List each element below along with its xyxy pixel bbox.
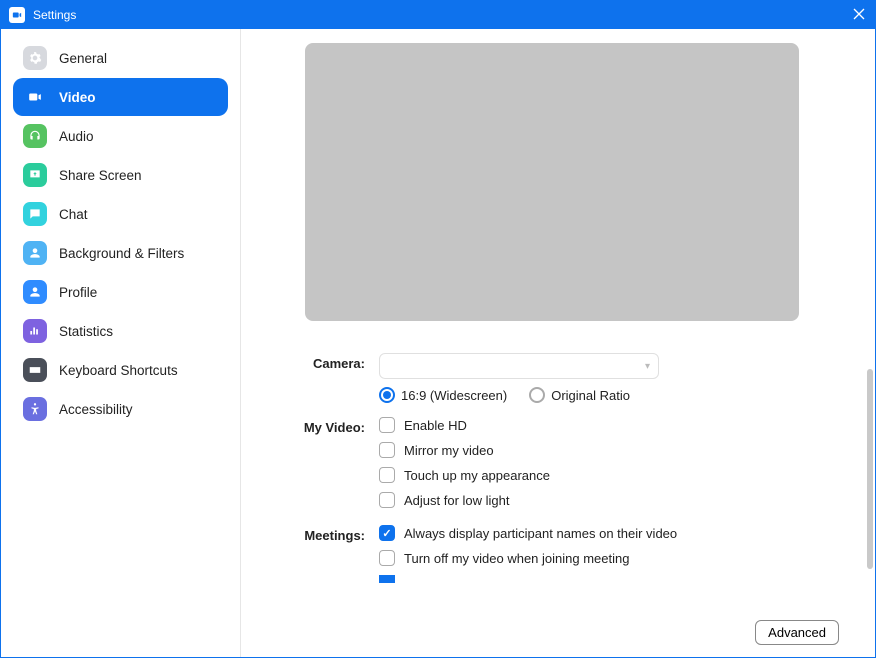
myvideo-label: My Video: xyxy=(271,417,379,435)
checkbox-label: Enable HD xyxy=(404,418,467,433)
content-area: General Video Audio Share Screen xyxy=(1,29,875,657)
mirror-video-checkbox[interactable]: Mirror my video xyxy=(379,442,831,458)
camera-label: Camera: xyxy=(271,353,379,371)
video-icon xyxy=(23,85,47,109)
titlebar: Settings xyxy=(1,1,875,29)
checkbox-icon xyxy=(379,525,395,541)
video-preview xyxy=(305,43,799,321)
nav-label: Profile xyxy=(59,285,97,300)
sidebar-item-audio[interactable]: Audio xyxy=(13,117,228,155)
checkbox-label: Always display participant names on thei… xyxy=(404,526,677,541)
meetings-section: Meetings: Always display participant nam… xyxy=(271,525,831,583)
checkbox-icon xyxy=(379,550,395,566)
meetings-label: Meetings: xyxy=(271,525,379,543)
sidebar-item-background-filters[interactable]: Background & Filters xyxy=(13,234,228,272)
nav-label: General xyxy=(59,51,107,66)
window-title: Settings xyxy=(33,8,76,22)
vertical-scrollbar[interactable] xyxy=(867,369,873,569)
nav-label: Keyboard Shortcuts xyxy=(59,363,178,378)
sidebar-item-statistics[interactable]: Statistics xyxy=(13,312,228,350)
app-icon xyxy=(9,7,25,23)
checkbox-icon xyxy=(379,467,395,483)
stats-icon xyxy=(23,319,47,343)
sidebar-item-share-screen[interactable]: Share Screen xyxy=(13,156,228,194)
profile-icon xyxy=(23,280,47,304)
sidebar-item-keyboard-shortcuts[interactable]: Keyboard Shortcuts xyxy=(13,351,228,389)
checkbox-label: Adjust for low light xyxy=(404,493,510,508)
touch-up-checkbox[interactable]: Touch up my appearance xyxy=(379,467,831,483)
sidebar-item-chat[interactable]: Chat xyxy=(13,195,228,233)
nav-label: Share Screen xyxy=(59,168,142,183)
nav-label: Chat xyxy=(59,207,88,222)
radio-icon xyxy=(379,387,395,403)
headphone-icon xyxy=(23,124,47,148)
radio-label: 16:9 (Widescreen) xyxy=(401,388,507,403)
nav-label: Background & Filters xyxy=(59,246,184,261)
sidebar-item-video[interactable]: Video xyxy=(13,78,228,116)
checkbox-icon xyxy=(379,417,395,433)
checkbox-icon xyxy=(379,442,395,458)
nav-label: Statistics xyxy=(59,324,113,339)
chat-icon xyxy=(23,202,47,226)
checkbox-label: Turn off my video when joining meeting xyxy=(404,551,629,566)
checkbox-label: Touch up my appearance xyxy=(404,468,550,483)
main-panel: Camera: ▾ 16:9 (Widescreen) xyxy=(241,29,875,657)
keyboard-icon xyxy=(23,358,47,382)
checkbox-icon xyxy=(379,575,395,583)
advanced-button[interactable]: Advanced xyxy=(755,620,839,645)
display-names-checkbox[interactable]: Always display participant names on thei… xyxy=(379,525,831,541)
gear-icon xyxy=(23,46,47,70)
checkbox-icon xyxy=(379,492,395,508)
sidebar-item-accessibility[interactable]: Accessibility xyxy=(13,390,228,428)
sidebar: General Video Audio Share Screen xyxy=(1,29,241,657)
sidebar-item-general[interactable]: General xyxy=(13,39,228,77)
enable-hd-checkbox[interactable]: Enable HD xyxy=(379,417,831,433)
low-light-checkbox[interactable]: Adjust for low light xyxy=(379,492,831,508)
close-button[interactable] xyxy=(851,6,867,22)
radio-icon xyxy=(529,387,545,403)
turn-off-video-checkbox[interactable]: Turn off my video when joining meeting xyxy=(379,550,831,566)
checkbox-label: Mirror my video xyxy=(404,443,494,458)
accessibility-icon xyxy=(23,397,47,421)
camera-section: Camera: ▾ 16:9 (Widescreen) xyxy=(271,353,831,403)
truncated-checkbox-row[interactable] xyxy=(379,575,831,583)
radio-label: Original Ratio xyxy=(551,388,630,403)
myvideo-section: My Video: Enable HD Mirror my video xyxy=(271,417,831,517)
nav-label: Accessibility xyxy=(59,402,133,417)
person-icon xyxy=(23,241,47,265)
ratio-169-radio[interactable]: 16:9 (Widescreen) xyxy=(379,387,507,403)
camera-dropdown[interactable]: ▾ xyxy=(379,353,659,379)
nav-label: Audio xyxy=(59,129,94,144)
settings-window: Settings General Video xyxy=(0,0,876,658)
ratio-original-radio[interactable]: Original Ratio xyxy=(529,387,630,403)
share-screen-icon xyxy=(23,163,47,187)
sidebar-item-profile[interactable]: Profile xyxy=(13,273,228,311)
chevron-down-icon: ▾ xyxy=(645,361,650,372)
nav-label: Video xyxy=(59,90,96,105)
